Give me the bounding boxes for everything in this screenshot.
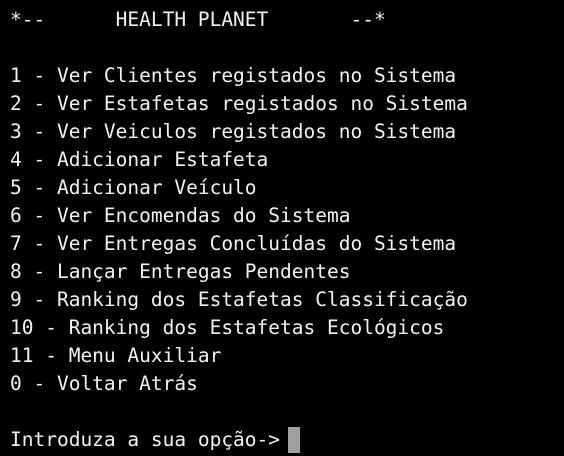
- terminal-window: *-- HEALTH PLANET --* 1 - Ver Clientes r…: [0, 0, 564, 456]
- menu-option-10: 10 - Ranking dos Estafetas Ecológicos: [10, 316, 445, 339]
- prompt-text: Introduza a sua opção->: [10, 428, 281, 451]
- menu-option-8: 8 - Lançar Entregas Pendentes: [10, 260, 351, 283]
- menu-option-6: 6 - Ver Encomendas do Sistema: [10, 204, 351, 227]
- menu-option-9: 9 - Ranking dos Estafetas Classificação: [10, 288, 468, 311]
- text-cursor[interactable]: [288, 427, 301, 453]
- menu-option-4: 4 - Adicionar Estafeta: [10, 148, 269, 171]
- menu-options-list: 1 - Ver Clientes registados no Sistema 2…: [10, 62, 564, 398]
- menu-option-7: 7 - Ver Entregas Concluídas do Sistema: [10, 232, 457, 255]
- menu-option-0: 0 - Voltar Atrás: [10, 372, 198, 395]
- menu-option-1: 1 - Ver Clientes registados no Sistema: [10, 64, 457, 87]
- input-prompt[interactable]: Introduza a sua opção->: [10, 426, 564, 454]
- menu-option-5: 5 - Adicionar Veículo: [10, 176, 257, 199]
- menu-option-2: 2 - Ver Estafetas registados no Sistema: [10, 92, 468, 115]
- menu-header: *-- HEALTH PLANET --*: [10, 8, 386, 31]
- menu-option-3: 3 - Ver Veiculos registados no Sistema: [10, 120, 457, 143]
- menu-option-11: 11 - Menu Auxiliar: [10, 344, 222, 367]
